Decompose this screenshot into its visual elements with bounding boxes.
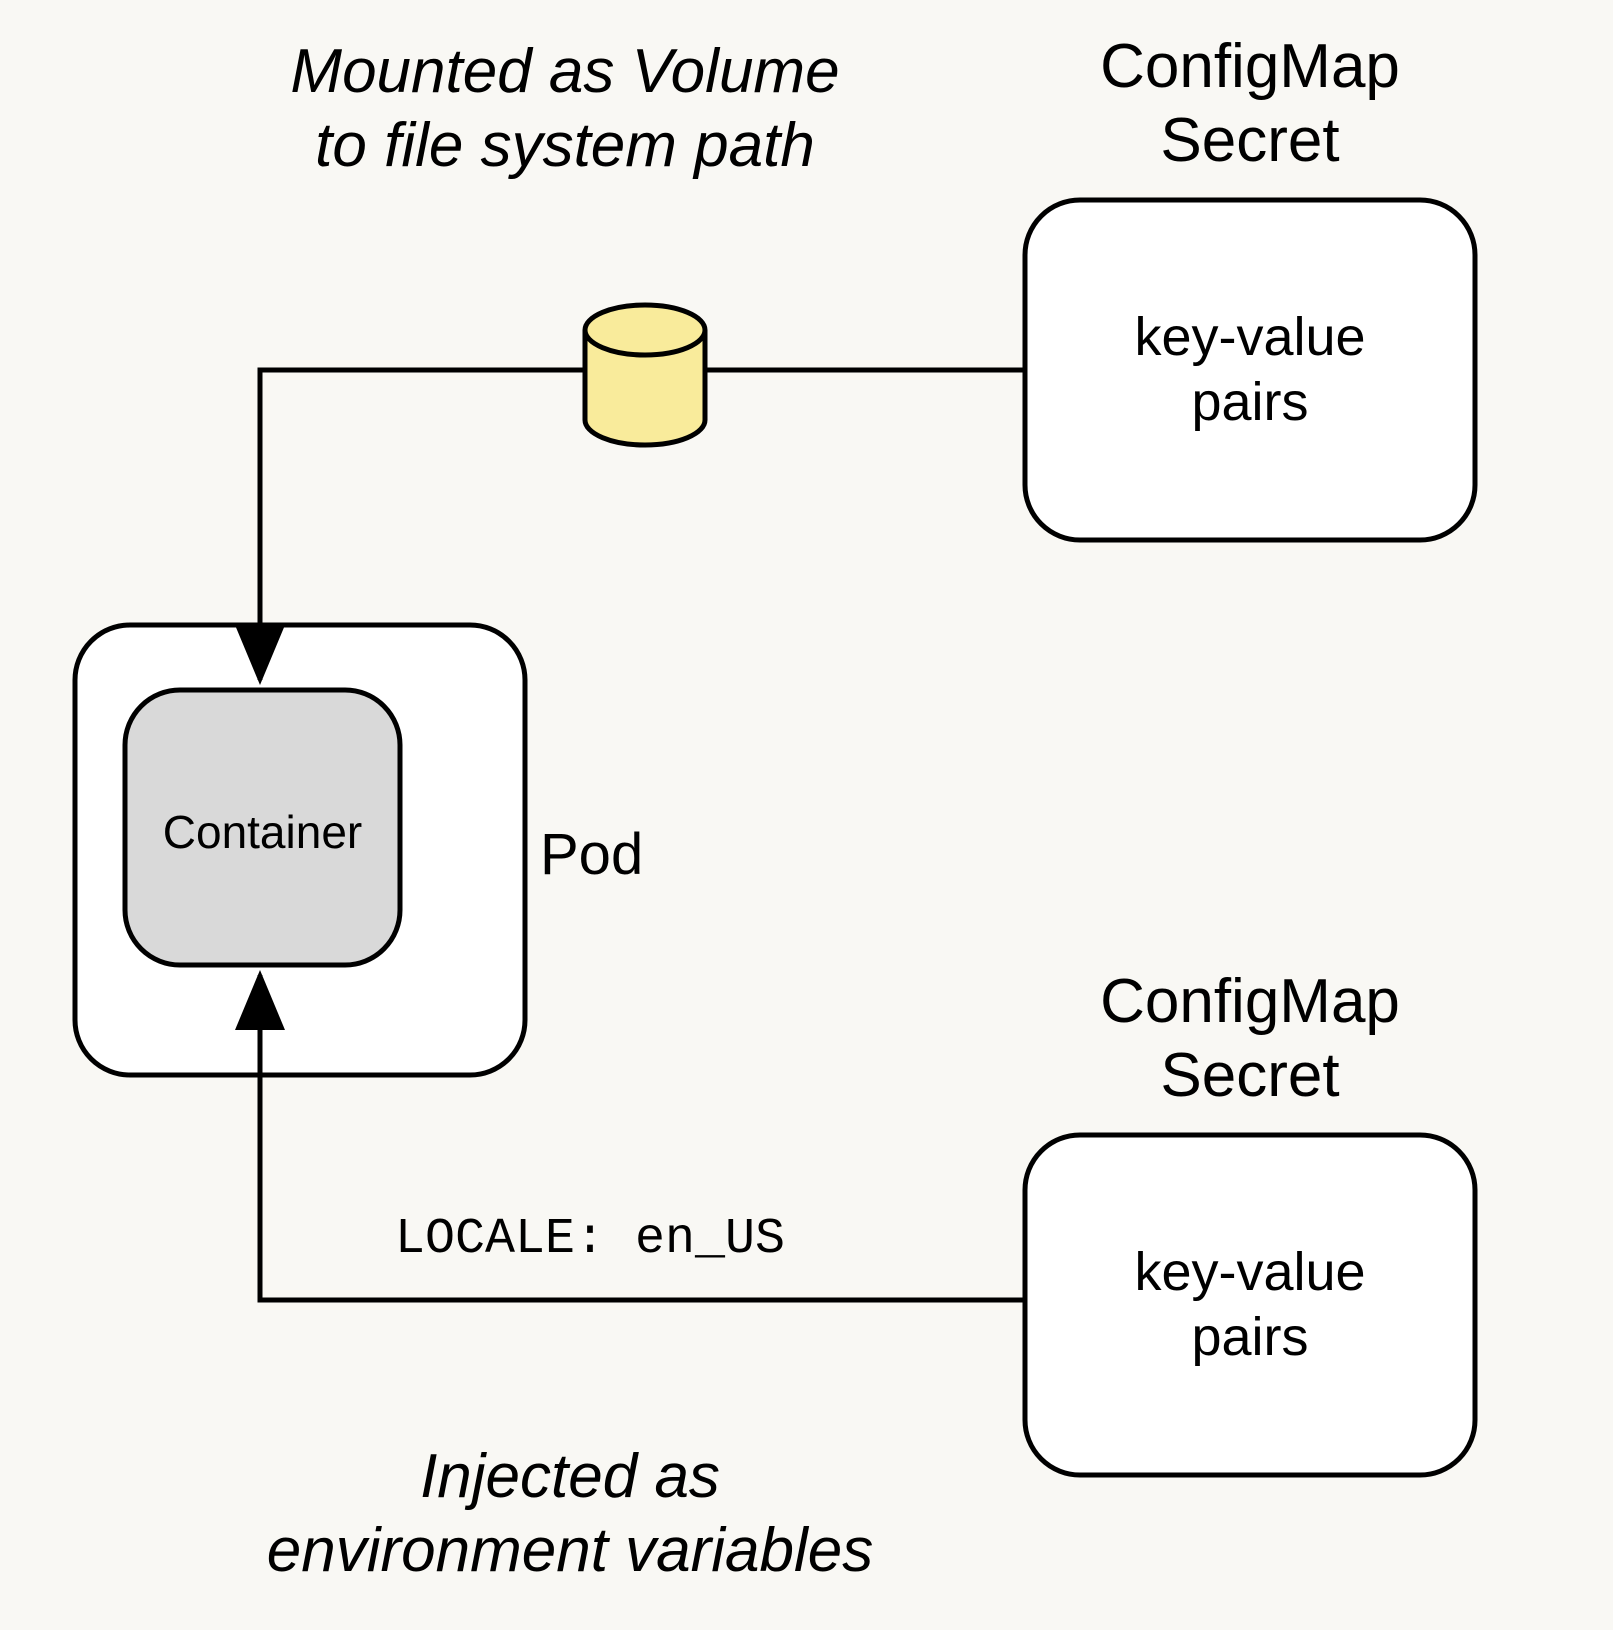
caption-injected-env: Injected asenvironment variables bbox=[230, 1440, 910, 1589]
configmap-top-title: ConfigMapSecret bbox=[1025, 30, 1475, 179]
configmap-bottom-content: key-valuepairs bbox=[1025, 1240, 1475, 1370]
env-var-example: LOCALE: en_US bbox=[395, 1210, 995, 1270]
configmap-bottom-title: ConfigMapSecret bbox=[1025, 965, 1475, 1114]
pod-label: Pod bbox=[540, 820, 740, 890]
caption-mounted-volume: Mounted as Volumeto file system path bbox=[225, 35, 905, 184]
configmap-top-content: key-valuepairs bbox=[1025, 305, 1475, 435]
container-label: Container bbox=[125, 805, 400, 860]
